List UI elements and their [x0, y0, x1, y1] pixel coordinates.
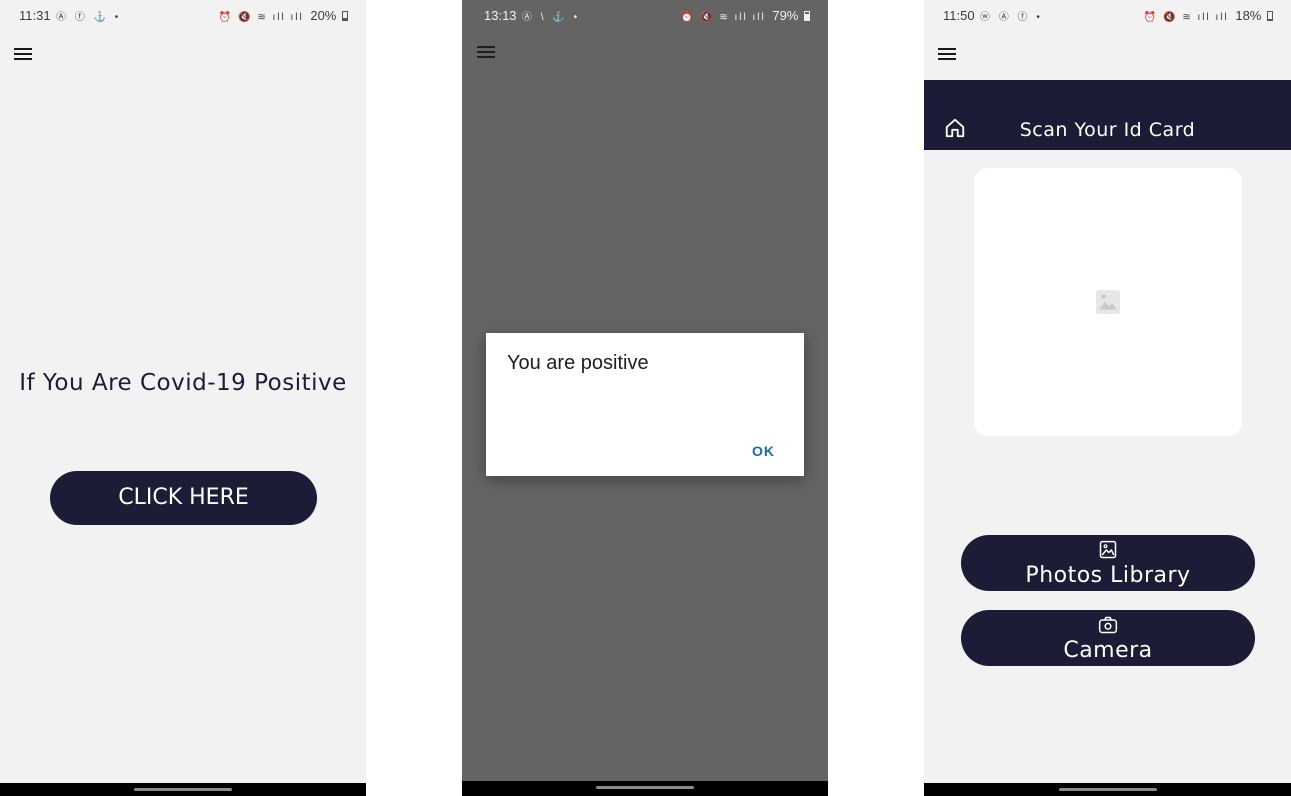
status-right: ⏰ 🔇 ≋ ıll ıll 18% [1144, 8, 1273, 23]
home-gesture-handle[interactable] [134, 788, 232, 791]
dialog-title: You are positive [507, 352, 649, 374]
status-bar: 11:31 Ⓐ ⓕ ⚓ • ⏰ 🔇 ≋ ıll ıll 20% [0, 6, 366, 26]
status-bar: 13:13 Ⓐ \ ⚓ • ⏰ 🔇 ≋ ıll ıll 79% [462, 6, 828, 26]
status-right: ⏰ 🔇 ≋ ıll ıll 79% [681, 8, 810, 23]
battery-percent: 18% [1235, 8, 1262, 23]
alert-dialog: You are positive OK [486, 333, 804, 476]
home-gesture-handle[interactable] [596, 786, 694, 789]
battery-percent: 20% [310, 8, 337, 23]
battery-icon [342, 11, 348, 21]
phone-screen-result-dialog: 13:13 Ⓐ \ ⚓ • ⏰ 🔇 ≋ ıll ıll 79% You are … [462, 0, 828, 796]
battery-percent: 79% [772, 8, 799, 23]
camera-label: Camera [1063, 638, 1153, 663]
image-icon [1099, 540, 1117, 559]
menu-icon[interactable] [477, 45, 495, 59]
phone-screen-covid-check: 11:31 Ⓐ ⓕ ⚓ • ⏰ 🔇 ≋ ıll ıll 20% If You A… [0, 0, 366, 796]
system-icons: ⏰ 🔇 ≋ ıll ıll [1143, 12, 1229, 23]
camera-icon [1098, 616, 1118, 634]
page-title: If You Are Covid-19 Positive [19, 370, 347, 396]
status-right: ⏰ 🔇 ≋ ıll ıll 20% [219, 8, 348, 23]
status-time: 13:13 [484, 8, 517, 23]
page-title: Scan Your Id Card [1019, 119, 1196, 141]
phone-screen-scan-id: 11:50 ⓦ Ⓐ ⓕ • ⏰ 🔇 ≋ ıll ıll 18% Scan You… [924, 0, 1291, 796]
page-header: Scan Your Id Card [924, 80, 1291, 150]
notification-icons: ⓦ Ⓐ ⓕ • [980, 12, 1043, 23]
navigation-bar [0, 783, 366, 796]
system-icons: ⏰ 🔇 ≋ ıll ıll [680, 12, 766, 23]
notification-icons: Ⓐ \ ⚓ • [522, 12, 581, 23]
status-bar: 11:50 ⓦ Ⓐ ⓕ • ⏰ 🔇 ≋ ıll ıll 18% [924, 6, 1291, 26]
photos-library-label: Photos Library [1025, 563, 1191, 588]
battery-icon [1267, 11, 1273, 21]
click-here-button[interactable]: CLICK HERE [50, 471, 317, 525]
status-time: 11:31 [19, 8, 51, 23]
notification-icons: Ⓐ ⓕ ⚓ • [56, 12, 122, 23]
battery-icon [804, 11, 810, 21]
home-gesture-handle[interactable] [1058, 788, 1157, 791]
menu-icon[interactable] [938, 47, 956, 61]
image-placeholder-icon [1096, 290, 1120, 314]
camera-button[interactable]: Camera [961, 610, 1255, 666]
menu-icon[interactable] [14, 47, 32, 61]
system-icons: ⏰ 🔇 ≋ ıll ıll [218, 12, 304, 23]
photos-library-button[interactable]: Photos Library [961, 535, 1255, 591]
navigation-bar [924, 783, 1291, 796]
id-card-preview [974, 168, 1242, 436]
navigation-bar [462, 781, 828, 796]
ok-button[interactable]: OK [752, 443, 775, 459]
status-time: 11:50 [943, 8, 975, 23]
